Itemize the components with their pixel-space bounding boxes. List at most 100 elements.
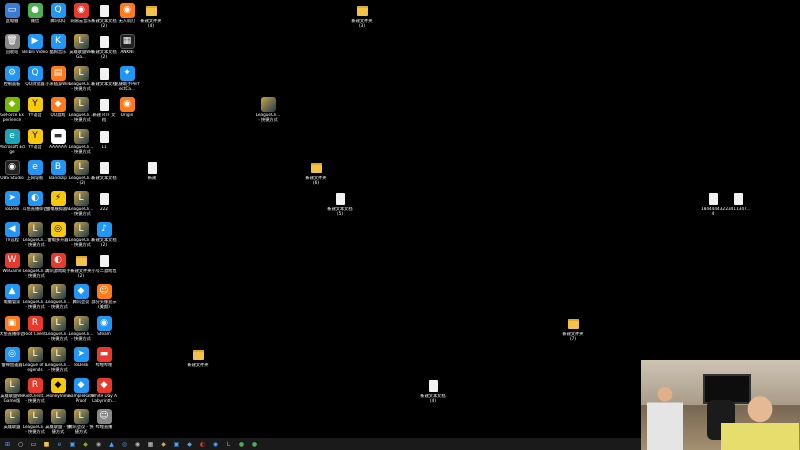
desktop-icon-c5r10[interactable]: ☺ 部分头像显示(美颜) — [91, 284, 117, 310]
webcam-person-left — [647, 382, 683, 450]
desktop-icon-s1[interactable]: 新建文件夹 (4) — [138, 3, 164, 29]
app-icon: Q — [50, 3, 66, 18]
desktop-icon-c6r4[interactable]: ◉ Origin — [114, 97, 140, 118]
app-icon: L — [27, 284, 43, 299]
desktop-icon-label: 1844444324 — [701, 207, 725, 216]
taskbar-wechat-icon[interactable]: ● — [250, 440, 259, 449]
desktop-icon-s9[interactable]: 新建文件夹 (7) — [560, 316, 586, 342]
desktop-icon-s3[interactable]: LeagueCli... - 快捷方式 — [255, 97, 281, 123]
app-icon: ▶ — [27, 34, 43, 49]
folder-icon — [144, 3, 159, 18]
desktop-icon-c5r14[interactable]: ☺ 哔哩直播 — [91, 409, 117, 430]
taskbar-app-11-icon[interactable]: L — [224, 440, 233, 449]
desktop-icon-label: 新建文件夹 (6) — [305, 176, 327, 185]
desktop-icon-s5[interactable]: 新建文件夹 (6) — [303, 160, 329, 186]
app-icon: L — [27, 253, 43, 268]
taskbar-app-6-icon[interactable]: ◆ — [159, 440, 168, 449]
taskbar-app-3-icon[interactable]: ▲ — [107, 440, 116, 449]
app-icon: L — [73, 160, 89, 175]
desktop-icon-label: 新建文件夹 (4) — [140, 19, 162, 28]
desktop-icon-c5r12[interactable]: ▬ 哔哩哔哩 — [91, 347, 117, 368]
app-icon: ♪ — [96, 222, 112, 237]
desktop-icon-c6r1[interactable]: ◉ 无人机打 — [114, 3, 140, 24]
taskbar-search-icon[interactable]: ○ — [16, 440, 25, 449]
document-icon — [97, 253, 112, 268]
desktop-icon-s10[interactable]: 新建文件夹 — [185, 347, 211, 368]
desktop-icon-label: LeagueCli... - 快捷方式 — [255, 113, 281, 122]
app-icon: ◎ — [4, 347, 20, 362]
desktop-icon-label: 新建文本文档 (5) — [327, 207, 353, 216]
taskbar-app-5-icon[interactable]: ▦ — [146, 440, 155, 449]
app-icon: L — [50, 409, 66, 424]
taskbar-start-icon[interactable]: ⊞ — [3, 440, 12, 449]
desktop-icon-label: 小号二游戏包 — [91, 269, 117, 273]
app-icon: K — [50, 34, 66, 49]
app-icon: ✦ — [119, 66, 135, 81]
app-icon: ◐ — [27, 191, 43, 206]
app-icon: L — [50, 347, 66, 362]
taskbar-app-7-icon[interactable]: ▣ — [172, 440, 181, 449]
taskbar-app-12-icon[interactable]: ● — [237, 440, 246, 449]
desktop-icon-label: Steam — [97, 332, 111, 336]
desktop-icon-c6r3[interactable]: ✦ 迅捷助手PerfectCa... — [114, 66, 140, 92]
folder-icon — [191, 347, 206, 362]
desktop-icon-s7[interactable]: 1844444324 — [700, 191, 726, 217]
app-icon: ◆ — [96, 378, 112, 393]
desktop-icon-s4[interactable]: 新建 — [139, 160, 165, 181]
app-icon: L — [27, 222, 43, 237]
desktop-icon-label: 新建文件夹 (3) — [351, 19, 373, 28]
app-icon: ◉ — [119, 97, 135, 112]
desktop-icon-c6r2[interactable]: ▦ ANKNI — [114, 34, 140, 55]
desktop-icon-s2[interactable]: 新建文件夹 (3) — [349, 3, 375, 29]
app-icon: L — [4, 378, 20, 393]
desktop-icon-s6[interactable]: 新建文本文档 (5) — [327, 191, 353, 217]
document-icon — [333, 191, 348, 206]
app-icon: R — [27, 378, 43, 393]
desktop-icon-label: 哔哩直播 — [95, 425, 113, 429]
taskbar-app-2-icon[interactable]: ◉ — [94, 440, 103, 449]
app-icon: ➤ — [73, 347, 89, 362]
app-icon: ◉ — [119, 3, 135, 18]
desktop-icon-label: 哔哩哔哩 — [95, 363, 113, 367]
app-icon: ▭ — [4, 3, 20, 18]
webcam-person-right — [721, 390, 799, 450]
desktop-icon-c5r5[interactable]: 11 — [91, 129, 117, 150]
taskbar-app-1-icon[interactable]: ◆ — [81, 440, 90, 449]
app-icon: ➤ — [4, 191, 20, 206]
desktop-icon-c5r8[interactable]: ♪ 新建文本文档(2) — [91, 222, 117, 248]
app-icon: ▣ — [4, 316, 20, 331]
app-icon: e — [4, 129, 20, 144]
app-icon: ◉ — [96, 316, 112, 331]
taskbar-store-icon[interactable]: ▣ — [68, 440, 77, 449]
desktop-icon-label: 新建文本文档(2) — [91, 238, 117, 247]
taskbar-file-explorer-icon[interactable]: ■ — [42, 440, 51, 449]
document-icon — [731, 191, 746, 206]
desktop-icon-c5r9[interactable]: 小号二游戏包 — [91, 253, 117, 274]
desktop-icon-c5r11[interactable]: ◉ Steam — [91, 316, 117, 337]
taskbar-task-view-icon[interactable]: ▭ — [29, 440, 38, 449]
desktop-icon-c5r7[interactable]: 222 — [91, 191, 117, 212]
desktop-icon-label: 无人机打 — [118, 19, 136, 23]
app-icon: ◆ — [4, 97, 20, 112]
desktop-icon-c5r13[interactable]: ◆ White Day A Labyrinth... — [91, 378, 117, 404]
app-icon: W — [4, 253, 20, 268]
app-icon: ☺ — [96, 409, 112, 424]
app-icon: ◎ — [50, 222, 66, 237]
app-icon: L — [27, 409, 43, 424]
app-icon: Y — [27, 129, 43, 144]
document-icon — [97, 34, 112, 49]
taskbar-app-4-icon[interactable]: ◎ — [120, 440, 129, 449]
desktop-icon-c5r6[interactable]: 新建文本文档 — [91, 160, 117, 181]
taskbar-app-10-icon[interactable]: ◉ — [211, 440, 220, 449]
desktop-icon-s8[interactable]: 23411347... — [725, 191, 751, 212]
desktop-icon-s11[interactable]: 新建文本文档 (4) — [420, 378, 446, 404]
taskbar-app-8-icon[interactable]: ◆ — [185, 440, 194, 449]
app-icon: L — [50, 284, 66, 299]
taskbar-app-9-icon[interactable]: ◐ — [198, 440, 207, 449]
app-icon: L — [73, 97, 89, 112]
taskbar-obs-icon[interactable]: ◉ — [133, 440, 142, 449]
desktop-icon-label: 新建 — [147, 176, 157, 180]
app-icon: 🗑 — [4, 34, 20, 49]
document-icon — [426, 378, 441, 393]
taskbar-edge-icon[interactable]: e — [55, 440, 64, 449]
